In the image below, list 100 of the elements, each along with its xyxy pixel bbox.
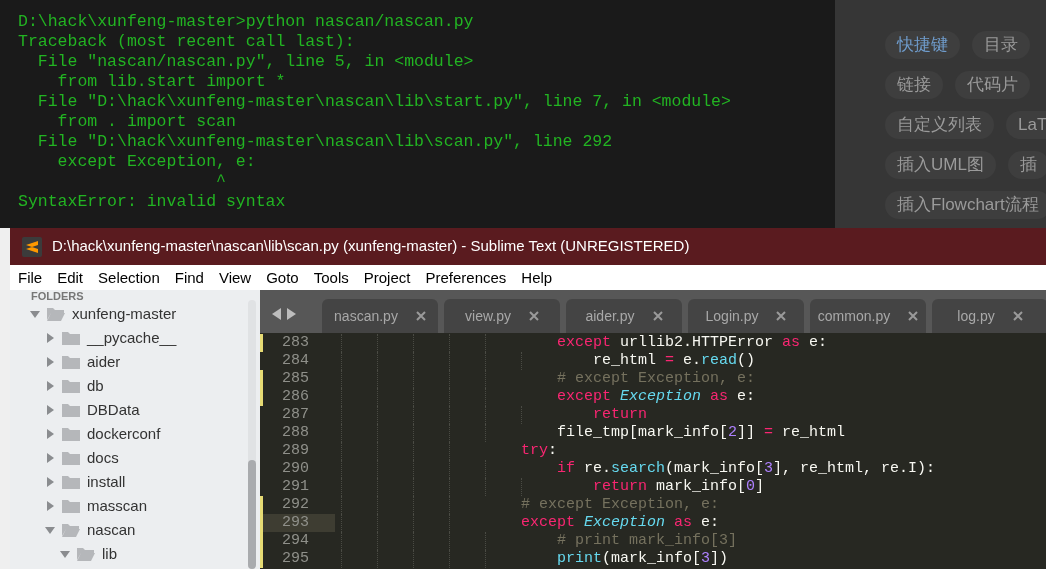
folder-icon <box>61 402 81 418</box>
folder-name[interactable]: install <box>87 470 126 494</box>
menu-item[interactable]: Selection <box>98 267 160 288</box>
window-title: D:\hack\xunfeng-master\nascan\lib\scan.py (xunfeng-master) - Sublime Text (UNREGISTERED) <box>52 236 690 257</box>
menu-item[interactable]: Help <box>521 267 553 288</box>
code-line: file_tmp[mark_info[2]] = re_html <box>557 424 846 442</box>
tag-chip[interactable]: 代码片 <box>955 71 1030 99</box>
folder-name[interactable]: xunfeng-master <box>72 302 177 326</box>
file-tab[interactable]: nascan.py <box>322 299 438 333</box>
menu-item[interactable]: Goto <box>266 267 299 288</box>
line-number: 293 <box>260 514 335 532</box>
open-folder-icon <box>76 546 96 562</box>
menu-item[interactable]: View <box>218 267 252 288</box>
terminal-line: SyntaxError: invalid syntax <box>18 192 286 212</box>
caret-right-icon[interactable] <box>45 381 55 391</box>
tag-chip[interactable]: 插入Flowchart流程 <box>885 191 1046 219</box>
line-number: 295 <box>260 550 335 568</box>
folder-name[interactable]: nascan <box>87 518 136 542</box>
tag-chip[interactable]: 插入UML图 <box>885 151 996 179</box>
caret-right-icon[interactable] <box>45 453 55 463</box>
close-icon[interactable] <box>528 311 539 321</box>
code-line: return <box>593 406 647 424</box>
terminal-line: D:\hack\xunfeng-master>python nascan/nascan.py <box>18 12 474 32</box>
folder-icon <box>61 426 81 442</box>
menu-item[interactable]: Find <box>174 267 204 288</box>
file-tab[interactable]: Login.py <box>688 299 804 333</box>
folder-name[interactable]: aider <box>87 350 121 374</box>
file-tab[interactable]: log.py <box>932 299 1046 333</box>
menu-item[interactable]: File <box>18 267 43 288</box>
menu-item[interactable]: Project <box>363 267 411 288</box>
folder-icon <box>61 330 81 346</box>
caret-right-icon[interactable] <box>45 405 55 415</box>
code-line: print(mark_info[3]) <box>557 550 729 568</box>
tag-chip[interactable]: 插 <box>1007 151 1046 179</box>
line-number: 283 <box>260 334 335 352</box>
code-line: # print mark_info[3] <box>557 532 738 550</box>
code-line: try: <box>521 442 558 460</box>
code-line: re_html = e.read() <box>593 352 756 370</box>
caret-down-icon[interactable] <box>30 309 40 319</box>
line-number: 287 <box>281 406 310 424</box>
close-icon[interactable] <box>652 311 663 321</box>
scrollbar[interactable] <box>248 300 256 569</box>
tag-chip[interactable]: 自定义列表 <box>885 111 994 139</box>
back-arrow-icon[interactable] <box>272 308 281 320</box>
caret-right-icon[interactable] <box>45 429 55 439</box>
open-folder-icon <box>46 306 66 322</box>
code-line: # except Exception, e: <box>557 370 756 388</box>
close-icon[interactable] <box>908 311 919 321</box>
folder-name[interactable]: __pycache__ <box>87 326 177 350</box>
line-number: 291 <box>281 478 310 496</box>
caret-right-icon[interactable] <box>45 357 55 367</box>
code-line: except Exception as e: <box>521 514 720 532</box>
menu-item[interactable]: Tools <box>313 267 349 288</box>
file-tab[interactable]: view.py <box>444 299 560 333</box>
menu-item[interactable]: Preferences <box>425 267 507 288</box>
caret-down-icon[interactable] <box>60 549 70 559</box>
forward-arrow-icon[interactable] <box>287 308 296 320</box>
terminal-line: Traceback (most recent call last): <box>18 32 355 52</box>
close-icon[interactable] <box>415 311 426 321</box>
menu-item[interactable]: Edit <box>57 267 84 288</box>
code-line: if re.search(mark_info[3], re_html, re.I): <box>557 460 936 478</box>
code-line: # except Exception, e: <box>521 496 720 514</box>
terminal-line: from lib.start import * <box>56 72 286 92</box>
caret-right-icon[interactable] <box>45 501 55 511</box>
terminal-line: ^ <box>215 172 226 192</box>
line-number: 284 <box>281 352 310 370</box>
folder-name[interactable]: lib <box>102 542 117 566</box>
folder-icon <box>61 354 81 370</box>
folder-name[interactable]: db <box>87 374 104 398</box>
file-tab[interactable]: aider.py <box>566 299 682 333</box>
close-icon[interactable] <box>776 311 787 321</box>
folder-name[interactable]: DBData <box>87 398 140 422</box>
caret-right-icon[interactable] <box>45 333 55 343</box>
caret-down-icon[interactable] <box>45 525 55 535</box>
line-number: 290 <box>281 460 310 478</box>
tag-chip[interactable]: 快捷键 <box>885 31 960 59</box>
app-logo-icon <box>22 236 42 257</box>
sidebar-header: FOLDERS <box>30 290 84 302</box>
caret-right-icon[interactable] <box>45 477 55 487</box>
folder-name[interactable]: dockerconf <box>87 422 161 446</box>
folder-name[interactable]: docs <box>87 446 119 470</box>
line-number: 288 <box>281 424 310 442</box>
tag-chip[interactable]: LaT <box>1006 111 1046 139</box>
terminal-line: File "D:\hack\xunfeng-master\nascan\lib\start.py", line 7, in <module> <box>36 92 731 112</box>
folder-name[interactable]: masscan <box>87 494 148 518</box>
tag-chip[interactable]: 目录 <box>972 31 1030 59</box>
code-line: except Exception as e: <box>557 388 756 406</box>
line-number: 285 <box>260 370 335 388</box>
code-line: except urllib2.HTTPError as e: <box>557 334 828 352</box>
folder-icon <box>61 450 81 466</box>
folder-icon <box>61 498 81 514</box>
terminal-line: File "nascan/nascan.py", line 5, in <module> <box>36 52 474 72</box>
close-icon[interactable] <box>1012 311 1023 321</box>
folder-icon <box>61 378 81 394</box>
folder-icon <box>61 474 81 490</box>
terminal-line: from . import scan <box>56 112 236 132</box>
line-number: 286 <box>260 388 335 406</box>
tag-chip[interactable]: 链接 <box>885 71 943 99</box>
open-folder-icon <box>61 522 81 538</box>
file-tab[interactable]: common.py <box>810 299 926 333</box>
